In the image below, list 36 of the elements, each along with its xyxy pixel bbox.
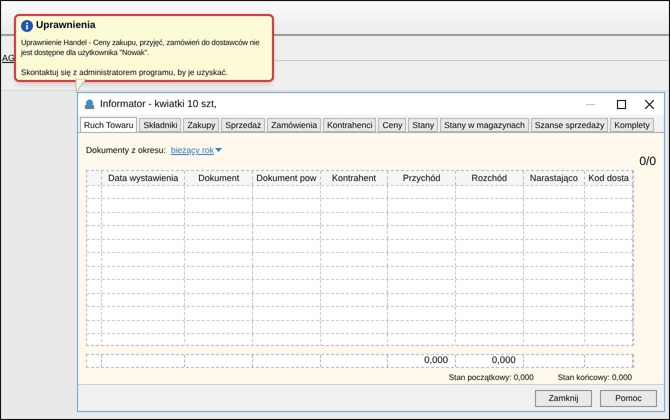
record-counter: 0/0 — [639, 154, 656, 168]
column-header[interactable]: Rozchód — [456, 170, 524, 185]
column-header[interactable]: Kod dosta — [585, 170, 633, 185]
dialog-button[interactable]: Pomoc — [600, 390, 657, 406]
column-header[interactable]: Dokument pow — [253, 170, 321, 185]
tab[interactable]: Składniki — [139, 118, 182, 132]
caret-icon — [214, 148, 222, 152]
tab[interactable]: Stany — [408, 118, 438, 132]
column-header[interactable]: Dokument — [185, 170, 254, 185]
window-title: Informator - kwiatki 10 szt, — [100, 98, 217, 112]
column-header[interactable]: Kontrahent — [320, 170, 388, 185]
column-header[interactable]: Data wystawienia — [102, 170, 186, 185]
tab[interactable]: Ceny — [378, 118, 406, 132]
tab[interactable]: Kontrahenci — [323, 118, 376, 132]
tab[interactable]: Zamówienia — [267, 118, 322, 132]
tab[interactable]: Komplety — [610, 118, 654, 132]
tab[interactable]: Zakupy — [183, 118, 220, 132]
column-header[interactable]: Narastająco — [524, 170, 586, 185]
period-dropdown[interactable]: bieżący rok — [170, 144, 222, 157]
background-link[interactable]: AG — [2, 53, 16, 63]
tab[interactable]: Stany w magazynach — [440, 118, 529, 132]
tab[interactable]: Szanse sprzedaży — [530, 118, 608, 132]
stock-summary: Stan początkowy: 0,000 — [448, 372, 534, 384]
dialog-button[interactable]: Zamknij — [535, 390, 592, 406]
column-header[interactable]: Przychód — [388, 170, 456, 185]
info-icon — [21, 20, 33, 32]
total-cell: 0,000 — [492, 354, 516, 368]
close-icon[interactable] — [645, 100, 654, 108]
tooltip-title: Uprawnienia — [36, 19, 96, 33]
total-cell: 0,000 — [424, 354, 448, 368]
tab[interactable]: Sprzedaż — [221, 118, 266, 132]
tab[interactable]: Ruch Towaru — [80, 117, 138, 132]
tooltip-hint: Skontaktuj się z administratorem programu, by je uzyskać. — [21, 68, 229, 78]
app-icon — [84, 98, 95, 110]
stock-summary: Stan końcowy: 0,000 — [558, 372, 632, 384]
period-label: Dokumenty z okresu: — [86, 144, 166, 157]
